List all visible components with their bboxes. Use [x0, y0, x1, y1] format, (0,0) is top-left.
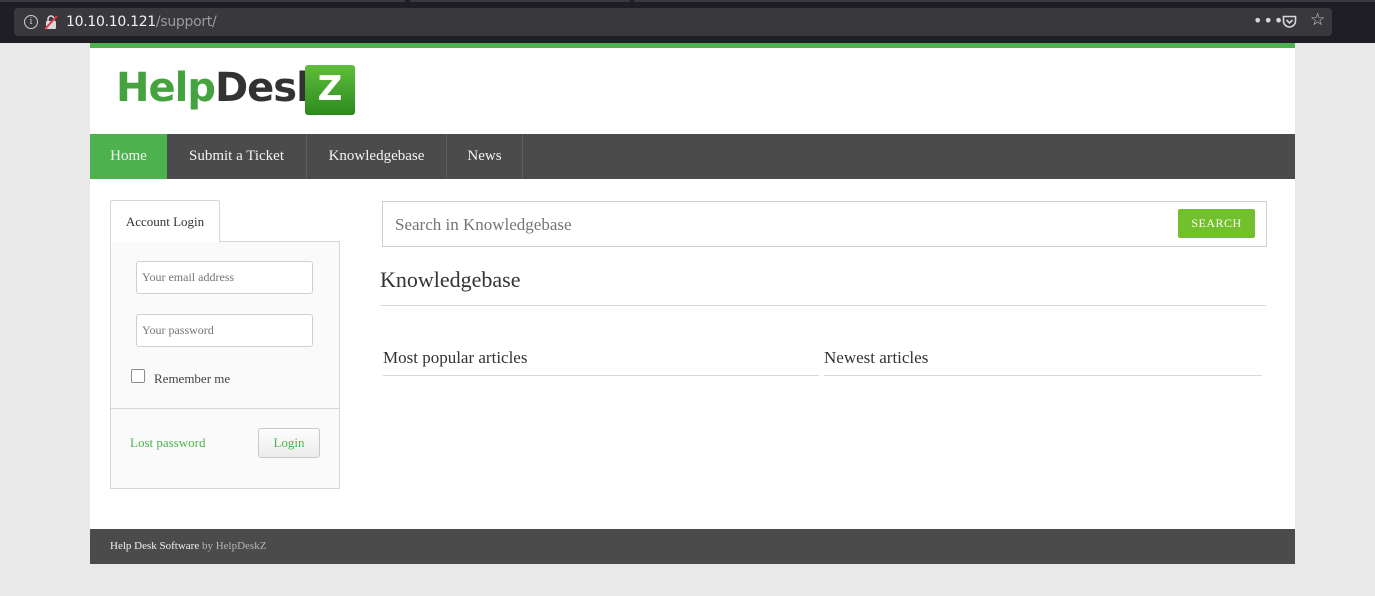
tab-strip	[410, 0, 630, 2]
address-bar[interactable]: i 10.10.10.121/support/ ••• ☆	[14, 8, 1332, 36]
main-nav: Home Submit a Ticket Knowledgebase News	[90, 134, 1295, 179]
lost-password-link[interactable]: Lost password	[130, 435, 205, 451]
footer-by: by HelpDeskZ	[199, 540, 267, 552]
footer-software-link[interactable]: Help Desk Software	[110, 540, 199, 552]
login-panel: Remember me Lost password Login	[110, 241, 340, 489]
account-login-tab[interactable]: Account Login	[110, 200, 220, 242]
url-path: /support/	[155, 14, 217, 30]
popular-articles-heading: Most popular articles	[383, 348, 528, 367]
page-container: HelpDesk Z Home Submit a Ticket Knowledg…	[90, 43, 1295, 564]
logo-text: HelpDesk	[116, 65, 323, 111]
more-icon[interactable]: •••	[1253, 13, 1284, 29]
page-title: Knowledgebase	[380, 267, 521, 292]
newest-articles-heading: Newest articles	[824, 348, 929, 367]
divider	[111, 408, 339, 409]
divider	[383, 375, 819, 376]
nav-knowledgebase[interactable]: Knowledgebase	[307, 134, 447, 179]
accent-bar	[90, 43, 1295, 48]
divider	[380, 305, 1266, 306]
search-box: SEARCH	[382, 201, 1267, 247]
login-button[interactable]: Login	[258, 428, 320, 458]
nav-submit-ticket[interactable]: Submit a Ticket	[167, 134, 307, 179]
url-host: 10.10.10.121	[66, 14, 156, 30]
nav-news[interactable]: News	[447, 134, 523, 179]
remember-me-checkbox[interactable]	[131, 369, 145, 383]
footer: Help Desk Software by HelpDeskZ	[90, 529, 1295, 564]
url-text[interactable]: 10.10.10.121/support/	[66, 14, 217, 30]
lock-icon[interactable]	[44, 14, 58, 30]
star-icon[interactable]: ☆	[1310, 12, 1325, 29]
remember-me-label: Remember me	[154, 371, 231, 386]
tab-strip	[634, 0, 1375, 2]
search-button[interactable]: SEARCH	[1178, 209, 1255, 238]
helpdeskz-logo[interactable]: HelpDesk Z	[116, 63, 356, 119]
logo-help: Help	[116, 65, 216, 111]
search-input[interactable]	[393, 210, 1157, 240]
browser-chrome: i 10.10.10.121/support/ ••• ☆	[0, 0, 1375, 43]
info-icon[interactable]: i	[24, 15, 38, 29]
pocket-icon[interactable]	[1282, 15, 1297, 29]
footer-text: Help Desk Software by HelpDeskZ	[110, 540, 266, 552]
tab-strip	[0, 0, 405, 2]
divider	[824, 375, 1262, 376]
email-field[interactable]	[136, 261, 313, 294]
nav-home[interactable]: Home	[90, 134, 167, 179]
logo-z-badge: Z	[305, 65, 355, 115]
password-field[interactable]	[136, 314, 313, 347]
